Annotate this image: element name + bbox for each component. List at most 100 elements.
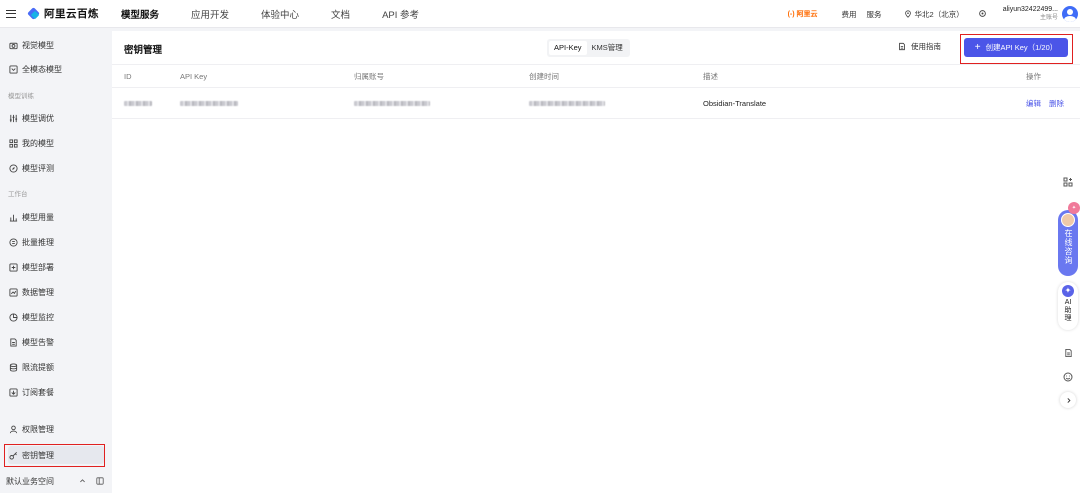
bar-chart-icon (8, 212, 18, 222)
collapse-sidebar-icon[interactable] (96, 476, 104, 487)
nav-api-ref[interactable]: API 参考 (382, 7, 419, 21)
row-description: Obsidian-Translate (703, 99, 767, 108)
row-api-key-redacted (180, 89, 238, 118)
menu-icon[interactable] (6, 9, 16, 18)
sidebar-item-permissions[interactable]: 权限管理 (8, 420, 104, 438)
row-owner-redacted (354, 89, 430, 118)
sidebar-item-label: 限流提额 (22, 362, 54, 372)
sliders-icon (8, 113, 18, 123)
sidebar-item-usage[interactable]: 模型用量 (8, 208, 104, 226)
sidebar-item-subscription[interactable]: 订阅套餐 (8, 383, 104, 401)
nav-docs[interactable]: 文档 (331, 7, 350, 21)
database-icon (8, 362, 18, 372)
nav-experience[interactable]: 体验中心 (261, 7, 299, 21)
sidebar-item-tuning[interactable]: 模型调优 (8, 109, 104, 127)
deploy-icon (8, 262, 18, 272)
sidebar-item-label: 数据管理 (22, 287, 54, 297)
highlight-box-create (960, 34, 1073, 64)
row-actions: 编辑 删除 (1018, 89, 1064, 118)
table-header: ID API Key 归属账号 创建时间 描述 操作 (112, 66, 1080, 88)
main-panel: 密钥管理 API-Key KMS管理 使用指南 + 创建API Key（1/20… (112, 31, 1080, 493)
ai-assistant-button[interactable]: ✦ AI助理 (1058, 282, 1078, 330)
col-header-api-key: API Key (180, 72, 208, 81)
delete-link[interactable]: 删除 (1049, 98, 1064, 109)
brackets-icon (8, 237, 18, 247)
sidebar-item-label: 模型部署 (22, 262, 54, 272)
top-nav: 模型服务 应用开发 体验中心 文档 API 参考 (121, 0, 451, 28)
page-title: 密钥管理 (124, 45, 163, 56)
usage-guide-label: 使用指南 (911, 42, 941, 51)
top-right-area: (-) 阿里云 费用 服务 华北2（北京） aliyun32422499... … (788, 0, 1080, 28)
sidebar-item-label: 模型告警 (22, 337, 54, 347)
workspace-label: 默认业务空间 (6, 477, 54, 486)
chevron-right-icon[interactable] (1060, 392, 1076, 408)
region-selector[interactable]: 华北2（北京） (904, 9, 964, 20)
edit-link[interactable]: 编辑 (1026, 98, 1041, 109)
smile-icon[interactable] (1062, 371, 1074, 383)
col-header-description: 描述 (703, 72, 718, 81)
notes-icon[interactable] (1062, 347, 1074, 359)
sidebar-item-label: 模型调优 (22, 113, 54, 123)
nav-app-dev[interactable]: 应用开发 (191, 7, 229, 21)
sparkle-icon: ✦ (1062, 285, 1074, 297)
sidebar-item-batch[interactable]: 批量推理 (8, 233, 104, 251)
sidebar-item-label: 模型用量 (22, 212, 54, 222)
online-consult-button[interactable]: ✦ 在线咨询 (1058, 202, 1080, 276)
box-icon (8, 64, 18, 74)
sidebar-item-label: 模型评测 (22, 163, 54, 173)
pie-icon (8, 312, 18, 322)
brand-name: 阿里云百炼 (44, 8, 99, 20)
account-name: aliyun32422499... (1002, 5, 1058, 13)
guide-document-icon (899, 42, 905, 51)
top-bar: 阿里云百炼 模型服务 应用开发 体验中心 文档 API 参考 (-) 阿里云 费… (0, 0, 1080, 28)
sidebar-item-omni-model[interactable]: 全模态模型 (8, 60, 104, 78)
logo-icon (28, 8, 40, 20)
sidebar-item-data[interactable]: 数据管理 (8, 283, 104, 301)
nav-model-service[interactable]: 模型服务 (121, 7, 159, 21)
user-icon (8, 424, 18, 434)
apps-icon[interactable] (1062, 176, 1074, 188)
col-header-owner: 归属账号 (354, 72, 384, 81)
sidebar-item-monitor[interactable]: 模型监控 (8, 308, 104, 326)
sidebar-item-label: 订阅套餐 (22, 387, 54, 397)
sidebar-item-evaluation[interactable]: 模型评测 (8, 159, 104, 177)
sidebar-item-label: 全模态模型 (22, 64, 62, 74)
fees-link[interactable]: 费用 (842, 9, 857, 20)
group-label-training: 模型训练 (8, 93, 34, 100)
gear-icon[interactable] (978, 9, 987, 20)
sidebar-item-vision-model[interactable]: 视觉模型 (8, 36, 104, 54)
tab-kms[interactable]: KMS管理 (587, 41, 628, 55)
account-type: 主账号 (1039, 14, 1058, 21)
sidebar-item-alert[interactable]: 模型告警 (8, 333, 104, 351)
tab-switcher: API-Key KMS管理 (547, 39, 630, 57)
account-info[interactable]: aliyun32422499... 主账号 (1003, 6, 1058, 22)
row-id-redacted (124, 89, 152, 118)
sidebar-item-label: 批量推理 (22, 237, 54, 247)
camera-icon (8, 40, 18, 50)
aliyun-logo[interactable]: (-) 阿里云 (788, 9, 818, 19)
location-icon (904, 10, 911, 18)
package-icon (8, 387, 18, 397)
tab-api-key[interactable]: API-Key (549, 41, 587, 55)
avatar[interactable] (1062, 6, 1078, 22)
workspace-selector[interactable]: 默认业务空间 (6, 476, 104, 487)
sidebar-item-label: 权限管理 (22, 424, 54, 434)
page-header: 密钥管理 API-Key KMS管理 使用指南 + 创建API Key（1/20… (112, 31, 1080, 65)
sidebar-item-label: 我的模型 (22, 138, 54, 148)
chevron-up-icon[interactable] (79, 477, 86, 486)
region-label: 华北2（北京） (914, 9, 964, 19)
ai-assistant-label: AI助理 (1064, 299, 1072, 322)
sidebar: 视觉模型 全模态模型 模型训练 模型调优 我的模型 模型评测 工作台 模型用量 … (0, 28, 110, 493)
sidebar-item-deploy[interactable]: 模型部署 (8, 258, 104, 276)
group-label-workbench: 工作台 (8, 191, 28, 198)
sidebar-item-rate-limit[interactable]: 限流提额 (8, 358, 104, 376)
compass-icon (8, 163, 18, 173)
online-consult-label: 在线咨询 (1064, 229, 1073, 265)
brand-logo[interactable]: 阿里云百炼 (28, 6, 99, 21)
usage-guide-link[interactable]: 使用指南 (898, 41, 941, 52)
agent-avatar-icon (1061, 213, 1075, 227)
col-header-id: ID (124, 72, 132, 81)
sidebar-item-my-models[interactable]: 我的模型 (8, 134, 104, 152)
service-link[interactable]: 服务 (867, 9, 882, 20)
col-header-actions: 操作 (1026, 72, 1041, 81)
